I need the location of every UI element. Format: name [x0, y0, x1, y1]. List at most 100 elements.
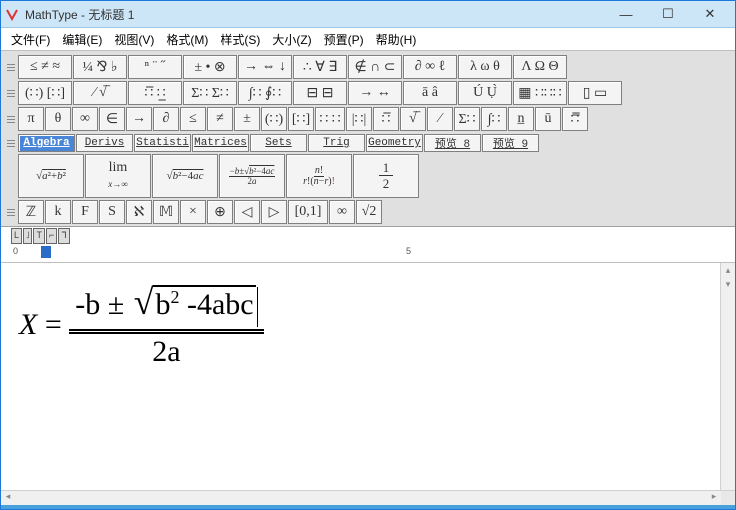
palette-misc1[interactable]: ¼ ⅋ ♭ — [73, 55, 127, 79]
tmpl-paren[interactable]: (∷) — [261, 107, 287, 131]
tmpl-doublebar[interactable]: ∷̿ — [562, 107, 588, 131]
minimize-button[interactable]: — — [605, 2, 647, 26]
toolbar-grip[interactable] — [7, 55, 15, 79]
palette-hats[interactable]: ā â — [403, 81, 457, 105]
tab-sets[interactable]: Sets — [250, 134, 307, 152]
sym-infty2[interactable]: ∞ — [329, 200, 355, 224]
tab-marker[interactable] — [41, 246, 51, 258]
tab-trig[interactable]: Trig — [308, 134, 365, 152]
vertical-scrollbar[interactable]: ▴ ▾ — [720, 263, 735, 490]
template-half[interactable]: 12 — [353, 154, 419, 198]
sym-M[interactable]: 𝕄 — [153, 200, 179, 224]
sym-k[interactable]: k — [45, 200, 71, 224]
toolbar-grip[interactable] — [7, 81, 15, 105]
template-discriminant[interactable]: √b²−4ac — [152, 154, 218, 198]
tmpl-int[interactable]: ∫∷ — [481, 107, 507, 131]
tmpl-under[interactable]: n̲ — [508, 107, 534, 131]
menu-preferences[interactable]: 预置(P) — [318, 29, 370, 50]
palette-primes[interactable]: Ú Ụ̀ — [458, 81, 512, 105]
template-pythagoras[interactable]: √a²+b² — [18, 154, 84, 198]
toolbar-grip[interactable] — [7, 200, 15, 224]
sym-pm[interactable]: ± — [234, 107, 260, 131]
palette-sets[interactable]: ∉ ∩ ⊂ — [348, 55, 402, 79]
numerator[interactable]: -b ± √b2 -4abc — [69, 281, 263, 331]
formula[interactable]: X = -b ± √b2 -4abc 2a — [19, 283, 264, 371]
tab-geometry[interactable]: Geometry — [366, 134, 423, 152]
tmpl-sqrt[interactable]: √̅ — [400, 107, 426, 131]
tmpl-bracket[interactable]: [∷] — [288, 107, 314, 131]
tmpl-frac[interactable]: ⁄ — [427, 107, 453, 131]
palette-accents[interactable]: ⁿ ¨ ˝ — [128, 55, 182, 79]
palette-arrows[interactable]: → ⇔ ↓ — [238, 55, 292, 79]
palette-overbar[interactable]: ∷̅ ∷̲ — [128, 81, 182, 105]
toolbar-grip[interactable] — [7, 107, 15, 131]
scroll-down-icon[interactable]: ▾ — [721, 277, 735, 291]
menu-edit[interactable]: 编辑(E) — [56, 29, 108, 50]
tmpl-sum[interactable]: Σ∷ — [454, 107, 480, 131]
sym-infinity[interactable]: ∞ — [72, 107, 98, 131]
sym-times[interactable]: × — [180, 200, 206, 224]
palette-integrals[interactable]: ∫∷ ∮∷ — [238, 81, 292, 105]
tmpl-abs[interactable]: |∷| — [346, 107, 372, 131]
menu-format[interactable]: 格式(M) — [160, 29, 214, 50]
sym-tri-left[interactable]: ◁ — [234, 200, 260, 224]
sym-interval[interactable]: [0,1] — [288, 200, 328, 224]
palette-greek-lower[interactable]: λ ω θ — [458, 55, 512, 79]
menu-view[interactable]: 视图(V) — [108, 29, 160, 50]
menu-size[interactable]: 大小(Z) — [266, 29, 317, 50]
tmpl-bar[interactable]: ∷̅ — [373, 107, 399, 131]
align-T[interactable]: T — [33, 228, 45, 244]
sym-tri-right[interactable]: ▷ — [261, 200, 287, 224]
sym-aleph[interactable]: ℵ — [126, 200, 152, 224]
denominator[interactable]: 2a — [69, 331, 263, 369]
sym-oplus[interactable]: ⊕ — [207, 200, 233, 224]
palette-boxes[interactable]: ⊟ ⊟ — [293, 81, 347, 105]
tmpl-subsup[interactable]: ∷ ∷ — [315, 107, 345, 131]
tab-derivs[interactable]: Derivs — [76, 134, 133, 152]
palette-fractions[interactable]: ⁄ √̅ — [73, 81, 127, 105]
palette-calc[interactable]: ∂ ∞ ℓ — [403, 55, 457, 79]
sym-Z[interactable]: ℤ — [18, 200, 44, 224]
tab-preview8[interactable]: 预览 8 — [424, 134, 481, 152]
sym-S[interactable]: S — [99, 200, 125, 224]
tmpl-over[interactable]: ū — [535, 107, 561, 131]
align-L[interactable]: L — [11, 228, 22, 244]
align-4[interactable]: ⌐ — [46, 228, 57, 244]
ruler[interactable]: 0 5 — [1, 244, 735, 263]
close-button[interactable]: ✕ — [689, 2, 731, 26]
palette-logic[interactable]: ∴ ∀ ∃ — [293, 55, 347, 79]
maximize-button[interactable]: ☐ — [647, 2, 689, 26]
palette-fences[interactable]: (∷) [∷] — [18, 81, 72, 105]
sym-neq[interactable]: ≠ — [207, 107, 233, 131]
equation-editor[interactable]: X = -b ± √b2 -4abc 2a ▴ ▾ — [1, 263, 735, 490]
sym-sqrt2[interactable]: √2 — [356, 200, 382, 224]
sym-F[interactable]: F — [72, 200, 98, 224]
align-5[interactable]: ᒣ — [58, 228, 70, 244]
palette-greek-upper[interactable]: Λ Ω Θ — [513, 55, 567, 79]
fraction[interactable]: -b ± √b2 -4abc 2a — [69, 281, 263, 369]
scroll-up-icon[interactable]: ▴ — [721, 263, 735, 277]
toolbar-grip[interactable] — [7, 134, 15, 152]
tab-algebra[interactable]: Algebra — [18, 134, 75, 152]
tab-statistics[interactable]: Statisti — [134, 134, 191, 152]
palette-spacing[interactable]: ▯ ▭ — [568, 81, 622, 105]
menu-file[interactable]: 文件(F) — [5, 29, 56, 50]
menu-help[interactable]: 帮助(H) — [370, 29, 423, 50]
sym-partial[interactable]: ∂ — [153, 107, 179, 131]
template-combination[interactable]: n!r!(n−r)! — [286, 154, 352, 198]
palette-label-arrows[interactable]: → ↔ — [348, 81, 402, 105]
sqrt[interactable]: √b2 -4abc — [132, 281, 256, 323]
tab-preview9[interactable]: 预览 9 — [482, 134, 539, 152]
sym-element[interactable]: ∈ — [99, 107, 125, 131]
scroll-right-icon[interactable]: ▸ — [707, 491, 721, 505]
palette-operators[interactable]: ± • ⊗ — [183, 55, 237, 79]
menu-style[interactable]: 样式(S) — [214, 29, 266, 50]
horizontal-scrollbar[interactable]: ◂ ▸ — [1, 490, 735, 505]
palette-relations[interactable]: ≤ ≠ ≈ — [18, 55, 72, 79]
sym-leq[interactable]: ≤ — [180, 107, 206, 131]
align-2[interactable]: ˩ — [23, 228, 32, 244]
palette-sums[interactable]: Σ∷ Σ∷ — [183, 81, 237, 105]
scroll-left-icon[interactable]: ◂ — [1, 491, 15, 505]
template-limit[interactable]: limx→∞ — [85, 154, 151, 198]
sym-arrow[interactable]: → — [126, 107, 152, 131]
